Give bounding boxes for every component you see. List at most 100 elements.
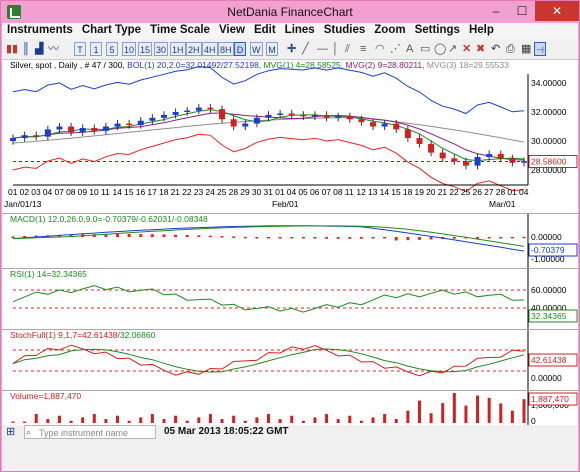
- macd-histogram-bar: [232, 236, 236, 238]
- volume-bar: [290, 415, 294, 423]
- candle-body: [160, 114, 167, 118]
- area-chart-icon[interactable]: ▟: [35, 42, 43, 56]
- macd-histogram-bar: [301, 237, 305, 239]
- minimize-button[interactable]: –: [483, 1, 509, 21]
- chart-area[interactable]: Silver, spot , Daily , # 47 / 300, BOL(1…: [2, 60, 578, 425]
- hline-icon[interactable]: ―: [317, 42, 328, 56]
- macd-signal-line: [12, 225, 525, 247]
- menu-lines[interactable]: Lines: [280, 23, 319, 36]
- x-tick-label: 04: [519, 187, 529, 197]
- candle-body: [126, 123, 133, 126]
- volume-bar: [81, 417, 85, 423]
- price-tick-label: 30.00000: [531, 136, 567, 146]
- maximize-button[interactable]: ☐: [509, 1, 535, 21]
- menu-zoom[interactable]: Zoom: [369, 23, 409, 36]
- scroll-icon[interactable]: ⊞: [6, 425, 15, 439]
- volume-bar: [127, 420, 131, 423]
- export-icon[interactable]: ▦: [521, 42, 531, 56]
- rectangle-icon[interactable]: ▭: [420, 42, 430, 56]
- arrow-icon[interactable]: ↗: [448, 42, 457, 56]
- macd-histogram-bar: [162, 234, 166, 237]
- macd-histogram-bar: [243, 236, 247, 239]
- x-tick-label: 08: [66, 187, 76, 197]
- macd-histogram-bar: [371, 237, 375, 239]
- period-1-button[interactable]: 1: [90, 42, 102, 56]
- x-tick-label: 16: [136, 187, 146, 197]
- menu-chart-type[interactable]: Chart Type: [77, 23, 145, 36]
- period-W-button[interactable]: W: [250, 42, 263, 56]
- macd-histogram-bar: [11, 236, 15, 238]
- x-tick-label: 23: [194, 187, 204, 197]
- rsi-panel[interactable]: 60.00000 40.00000 32.34365 RSI(1) 14=32.34…: [2, 268, 578, 329]
- candle-body: [335, 116, 342, 118]
- price-chart[interactable]: 34.0000032.0000030.0000028.0000028.58600…: [2, 60, 578, 212]
- period-M-button[interactable]: M: [266, 42, 278, 56]
- text-tool-icon[interactable]: A: [406, 42, 413, 56]
- undo-icon[interactable]: ↶: [491, 42, 500, 56]
- volume-bar: [243, 420, 247, 423]
- candle-body: [195, 107, 202, 111]
- volume-legend: Volume=1,887,470: [10, 391, 82, 401]
- fibonacci-icon[interactable]: ≡: [360, 42, 366, 56]
- volume-chart[interactable]: 1,000,00001,887,470: [2, 391, 578, 425]
- bollinger-lower-line: [12, 133, 525, 193]
- period-4H-button[interactable]: 4H: [202, 42, 218, 56]
- menu-settings[interactable]: Settings: [410, 23, 464, 36]
- candle-body: [370, 122, 377, 127]
- macd-histogram-bar: [139, 234, 143, 237]
- period-5-button[interactable]: 5: [106, 42, 118, 56]
- candle-body: [79, 127, 86, 133]
- delete-line-icon[interactable]: ✕: [462, 42, 471, 56]
- volume-bar: [185, 420, 189, 423]
- price-panel[interactable]: Silver, spot , Daily , # 47 / 300, BOL(1…: [2, 60, 578, 212]
- period-8H-button[interactable]: 8H: [218, 42, 234, 56]
- channel-icon[interactable]: ⫽: [345, 42, 350, 56]
- vline-icon[interactable]: │: [332, 42, 339, 56]
- period-15-button[interactable]: 15: [138, 42, 153, 56]
- close-button[interactable]: ✕: [535, 1, 579, 21]
- candlestick-icon[interactable]: ▮▮: [6, 42, 18, 56]
- candle-body: [393, 123, 400, 130]
- ellipse-icon[interactable]: ◯: [434, 42, 446, 56]
- arc-icon[interactable]: ◠: [375, 42, 385, 56]
- candle-body: [404, 129, 411, 139]
- macd-panel[interactable]: 0.00000 -1.00000 -0.70379 MACD(1) 12.0,26.…: [2, 213, 578, 268]
- period-30-button[interactable]: 30: [154, 42, 169, 56]
- candle-body: [358, 119, 365, 123]
- fan-icon[interactable]: ⋰: [390, 42, 401, 56]
- menu-help[interactable]: Help: [464, 23, 498, 36]
- candle-body: [300, 114, 307, 117]
- menu-edit[interactable]: Edit: [249, 23, 280, 36]
- period-2H-button[interactable]: 2H: [186, 42, 202, 56]
- x-tick-label: 27: [484, 187, 494, 197]
- macd-histogram-bar: [290, 237, 294, 239]
- menu-time-scale[interactable]: Time Scale: [145, 23, 214, 36]
- x-tick-label: 28: [496, 187, 506, 197]
- crosshair-icon[interactable]: ✛: [287, 42, 296, 56]
- instrument-search-input[interactable]: Type instrument name: [24, 425, 156, 439]
- bar-chart-icon[interactable]: ║: [22, 42, 30, 56]
- macd-legend: MACD(1) 12.0,26.0,9.0=-0.70379/-0.62031/…: [10, 214, 208, 224]
- period-10-button[interactable]: 10: [122, 42, 137, 56]
- rsi-chart[interactable]: 60.0000040.0000032.34365: [2, 269, 578, 329]
- candle-body: [114, 123, 121, 127]
- menu-instruments[interactable]: Instruments: [2, 23, 77, 36]
- period-D-button[interactable]: D: [234, 42, 246, 56]
- period-1H-button[interactable]: 1H: [170, 42, 186, 56]
- trendline-icon[interactable]: ╱: [302, 42, 309, 56]
- status-datetime: 05 Mar 2013 18:05:22 GMT: [164, 426, 289, 437]
- menu-studies[interactable]: Studies: [319, 23, 370, 36]
- title-bar: NetDania FinanceChart – ☐ ✕: [1, 1, 579, 23]
- volume-bar: [139, 417, 143, 423]
- menu-view[interactable]: View: [214, 23, 249, 36]
- volume-panel[interactable]: 1,000,00001,887,470 Volume=1,887,470: [2, 390, 578, 425]
- pin-icon[interactable]: ⊣: [534, 42, 546, 56]
- line-chart-icon[interactable]: 〰: [48, 42, 59, 56]
- candle-body: [288, 113, 295, 115]
- candle-body: [428, 143, 435, 153]
- volume-bar: [150, 414, 154, 423]
- print-icon[interactable]: ⎙: [506, 42, 515, 56]
- stoch-panel[interactable]: 50.000000.0000042.61438 StochFull(1) 9,1…: [2, 329, 578, 390]
- delete-all-icon[interactable]: ✖: [476, 42, 485, 56]
- period-T-button[interactable]: T: [74, 42, 86, 56]
